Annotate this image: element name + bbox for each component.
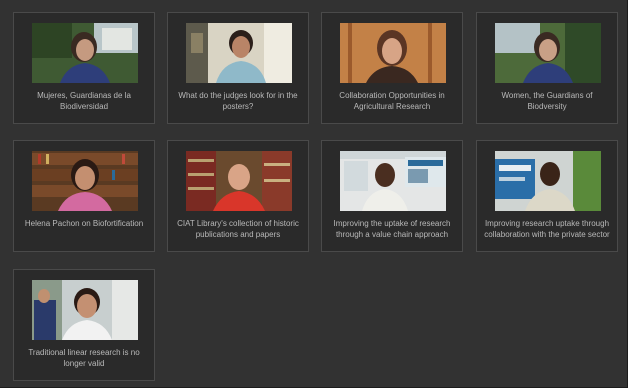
video-card[interactable]: Women, the Guardians of Biodversity <box>476 12 618 124</box>
video-thumbnail[interactable] <box>32 280 138 340</box>
video-thumbnail[interactable] <box>186 151 292 211</box>
video-title[interactable]: Women, the Guardians of Biodversity <box>483 91 611 112</box>
video-card[interactable]: Improving research uptake through collab… <box>476 140 618 252</box>
video-thumbnail[interactable] <box>495 23 601 83</box>
video-title[interactable]: Mujeres, Guardianas de la Biodiversidad <box>20 91 148 112</box>
video-card[interactable]: Mujeres, Guardianas de la Biodiversidad <box>13 12 155 124</box>
video-card[interactable]: Helena Pachon on Biofortification <box>13 140 155 252</box>
video-title[interactable]: Improving the uptake of research through… <box>328 219 456 240</box>
video-title[interactable]: Improving research uptake through collab… <box>483 219 611 240</box>
video-thumbnail[interactable] <box>340 23 446 83</box>
video-title[interactable]: Collaboration Opportunities in Agricultu… <box>328 91 456 112</box>
video-card[interactable]: Improving the uptake of research through… <box>321 140 463 252</box>
video-thumbnail[interactable] <box>32 23 138 83</box>
video-card[interactable]: Traditional linear research is no longer… <box>13 269 155 381</box>
video-thumbnail[interactable] <box>32 151 138 211</box>
video-title[interactable]: Traditional linear research is no longer… <box>20 348 148 369</box>
video-title[interactable]: Helena Pachon on Biofortification <box>20 219 148 230</box>
video-card[interactable]: What do the judges look for in the poste… <box>167 12 309 124</box>
video-thumbnail[interactable] <box>186 23 292 83</box>
video-card[interactable]: Collaboration Opportunities in Agricultu… <box>321 12 463 124</box>
video-thumbnail[interactable] <box>340 151 446 211</box>
video-title[interactable]: CIAT Library's collection of historic pu… <box>174 219 302 240</box>
video-title[interactable]: What do the judges look for in the poste… <box>174 91 302 112</box>
video-card[interactable]: CIAT Library's collection of historic pu… <box>167 140 309 252</box>
video-gallery: Mujeres, Guardianas de la Biodiversidad … <box>0 0 628 388</box>
video-thumbnail[interactable] <box>495 151 601 211</box>
